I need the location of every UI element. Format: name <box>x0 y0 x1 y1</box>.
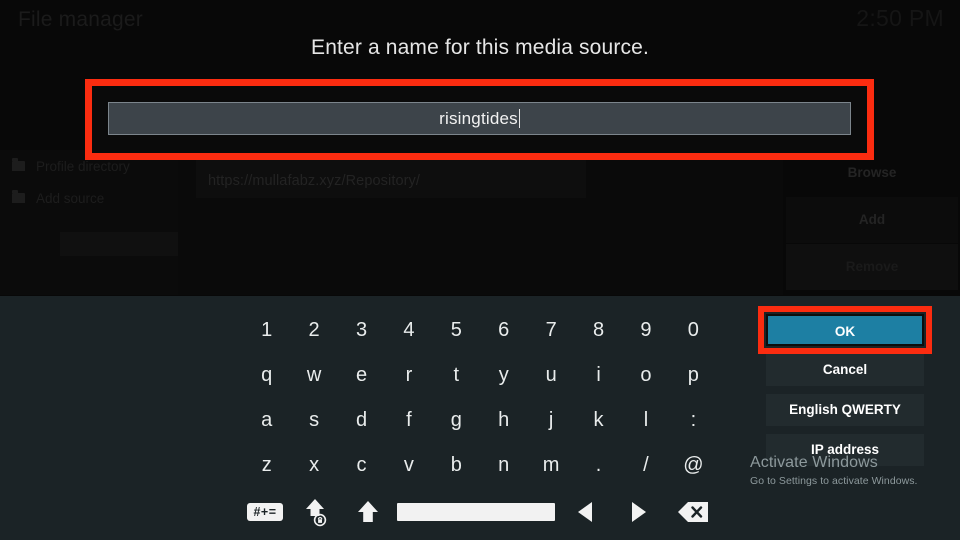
key-p[interactable]: p <box>670 353 717 398</box>
backspace-icon <box>678 502 708 522</box>
key-r[interactable]: r <box>385 353 432 398</box>
name-input[interactable]: risingtides <box>108 102 851 135</box>
text-input-annotation-box: risingtides <box>85 79 874 160</box>
key-at[interactable]: @ <box>670 443 717 488</box>
key-0[interactable]: 0 <box>670 308 717 353</box>
ip-address-button[interactable]: IP address <box>766 434 924 466</box>
background-sidebar: Profile directory Add source <box>0 150 178 295</box>
folder-icon <box>12 158 25 171</box>
key-n[interactable]: n <box>480 443 527 488</box>
spacebar-icon <box>397 503 555 521</box>
key-h[interactable]: h <box>480 398 527 443</box>
keyboard-layout-button[interactable]: English QWERTY <box>766 394 924 426</box>
shift-key[interactable] <box>345 488 391 536</box>
key-l[interactable]: l <box>622 398 669 443</box>
key-5[interactable]: 5 <box>433 308 480 353</box>
add-button[interactable]: Add <box>786 197 958 243</box>
key-q[interactable]: q <box>243 353 290 398</box>
keyboard-keys: 1 2 3 4 5 6 7 8 9 0 q w e r t y u i o p … <box>243 308 717 536</box>
text-caret <box>518 109 520 128</box>
key-1[interactable]: 1 <box>243 308 290 353</box>
keyboard-row-digits: 1 2 3 4 5 6 7 8 9 0 <box>243 308 717 353</box>
symbols-key[interactable]: #+= <box>243 488 287 536</box>
sidebar-item-add-source[interactable]: Add source <box>0 182 178 214</box>
spacebar-key[interactable] <box>397 488 555 536</box>
key-x[interactable]: x <box>290 443 337 488</box>
sidebar-subpanel <box>60 232 178 256</box>
cancel-button[interactable]: Cancel <box>766 354 924 386</box>
caps-lock-icon <box>306 499 327 527</box>
key-a[interactable]: a <box>243 398 290 443</box>
key-9[interactable]: 9 <box>622 308 669 353</box>
key-3[interactable]: 3 <box>338 308 385 353</box>
keyboard-row-a: a s d f g h j k l : <box>243 398 717 443</box>
key-k[interactable]: k <box>575 398 622 443</box>
key-z[interactable]: z <box>243 443 290 488</box>
window-title: File manager <box>18 8 143 31</box>
dialog-prompt-text: Enter a name for this media source. <box>311 36 649 59</box>
key-d[interactable]: d <box>338 398 385 443</box>
key-colon[interactable]: : <box>670 398 717 443</box>
key-2[interactable]: 2 <box>290 308 337 353</box>
key-g[interactable]: g <box>433 398 480 443</box>
key-8[interactable]: 8 <box>575 308 622 353</box>
key-e[interactable]: e <box>338 353 385 398</box>
source-path-value: https://mullafabz.xyz/Repository/ <box>208 173 421 189</box>
key-period[interactable]: . <box>575 443 622 488</box>
key-b[interactable]: b <box>433 443 480 488</box>
key-y[interactable]: y <box>480 353 527 398</box>
backspace-key[interactable] <box>669 488 717 536</box>
key-s[interactable]: s <box>290 398 337 443</box>
key-6[interactable]: 6 <box>480 308 527 353</box>
key-m[interactable]: m <box>527 443 574 488</box>
symbols-icon: #+= <box>247 502 283 522</box>
key-w[interactable]: w <box>290 353 337 398</box>
key-slash[interactable]: / <box>622 443 669 488</box>
folder-icon <box>12 190 25 203</box>
key-7[interactable]: 7 <box>527 308 574 353</box>
background-add-source-dialog: https://mullafabz.xyz/Repository/ Browse… <box>178 150 958 295</box>
arrow-left-icon <box>578 502 592 522</box>
keyboard-function-row: #+= <box>243 488 717 536</box>
key-j[interactable]: j <box>527 398 574 443</box>
keyboard-row-z: z x c v b n m . / @ <box>243 443 717 488</box>
keyboard-row-q: q w e r t y u i o p <box>243 353 717 398</box>
key-v[interactable]: v <box>385 443 432 488</box>
ok-button-annotation-box <box>758 306 932 354</box>
cursor-right-key[interactable] <box>615 488 663 536</box>
name-input-value: risingtides <box>439 108 518 128</box>
key-f[interactable]: f <box>385 398 432 443</box>
sidebar-item-label: Profile directory <box>36 158 130 174</box>
key-i[interactable]: i <box>575 353 622 398</box>
key-o[interactable]: o <box>622 353 669 398</box>
caps-lock-key[interactable] <box>293 488 339 536</box>
remove-button[interactable]: Remove <box>786 244 958 290</box>
key-4[interactable]: 4 <box>385 308 432 353</box>
key-c[interactable]: c <box>338 443 385 488</box>
arrow-right-icon <box>632 502 646 522</box>
background-dialog-buttons: Browse Add Remove <box>786 150 958 295</box>
shift-arrow-icon <box>358 501 378 522</box>
key-u[interactable]: u <box>527 353 574 398</box>
key-t[interactable]: t <box>433 353 480 398</box>
cursor-left-key[interactable] <box>561 488 609 536</box>
kodi-screen: File manager 2:50 PM Profile directory A… <box>0 0 960 540</box>
clock-label: 2:50 PM <box>856 5 944 31</box>
sidebar-item-label: Add source <box>36 190 105 206</box>
